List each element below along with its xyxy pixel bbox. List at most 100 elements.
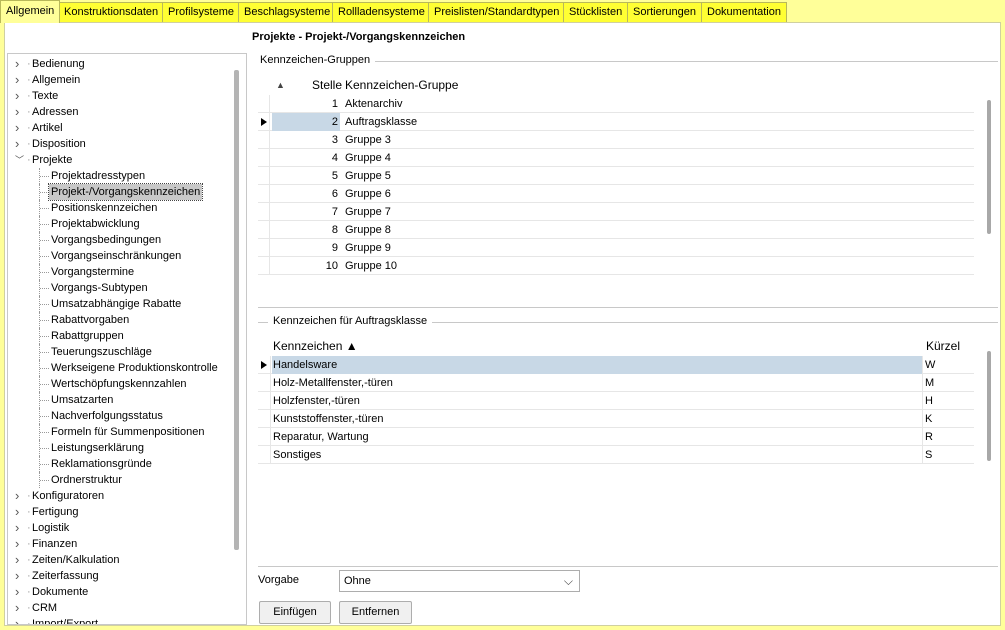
row-indicator[interactable]: [258, 149, 270, 167]
row-indicator[interactable]: [258, 95, 270, 113]
chevron-right-icon[interactable]: ›: [15, 536, 25, 552]
chevron-right-icon[interactable]: ›: [15, 568, 25, 584]
chevron-right-icon[interactable]: ›: [15, 72, 25, 88]
tree-item[interactable]: › · Texte: [8, 88, 228, 104]
row-indicator[interactable]: [258, 131, 270, 149]
codes-table-row[interactable]: Reparatur, Wartung R: [258, 428, 974, 446]
codes-scrollbar[interactable]: [987, 351, 991, 461]
tree-child-item[interactable]: Rabattgruppen: [8, 328, 228, 344]
groups-table-row[interactable]: 4 Gruppe 4: [258, 149, 974, 167]
chevron-right-icon[interactable]: ›: [15, 600, 25, 616]
column-header-kuerzel[interactable]: Kürzel: [926, 337, 960, 355]
groups-table-row[interactable]: 10 Gruppe 10: [258, 257, 974, 275]
tree-child-item[interactable]: Projektabwicklung: [8, 216, 228, 232]
tree-item[interactable]: › · Finanzen: [8, 536, 228, 552]
tree-child-item[interactable]: Vorgangstermine: [8, 264, 228, 280]
row-indicator[interactable]: [258, 203, 270, 221]
tree-child-item[interactable]: Projekt-/Vorgangskennzeichen: [8, 183, 228, 201]
chevron-right-icon[interactable]: ›: [15, 56, 25, 72]
chevron-right-icon[interactable]: ›: [15, 120, 25, 136]
groups-scrollbar[interactable]: [987, 100, 991, 234]
tree-child-item[interactable]: Umsatzarten: [8, 392, 228, 408]
tab-stuecklisten[interactable]: Stücklisten: [563, 2, 629, 22]
tree-item[interactable]: › · Allgemein: [8, 72, 228, 88]
tab-konstruktionsdaten[interactable]: Konstruktionsdaten: [58, 2, 165, 22]
codes-table-row[interactable]: Sonstiges S: [258, 446, 974, 464]
tab-allgemein[interactable]: Allgemein: [0, 0, 61, 23]
groups-table-row[interactable]: 7 Gruppe 7: [258, 203, 974, 221]
tree-item[interactable]: › · Logistik: [8, 520, 228, 536]
row-indicator[interactable]: [258, 410, 271, 428]
tree-item[interactable]: › · Konfiguratoren: [8, 488, 228, 504]
row-indicator[interactable]: [258, 356, 271, 374]
tab-sortierungen[interactable]: Sortierungen: [627, 2, 702, 22]
column-header-stelle[interactable]: Stelle: [312, 76, 342, 94]
chevron-down-icon[interactable]: ﹀: [15, 152, 25, 168]
tree-scrollbar[interactable]: [234, 70, 239, 550]
row-indicator[interactable]: [258, 257, 270, 275]
row-indicator[interactable]: [258, 392, 271, 410]
chevron-right-icon[interactable]: ›: [15, 104, 25, 120]
tree-child-item[interactable]: Vorgangseinschränkungen: [8, 248, 228, 264]
row-indicator[interactable]: [258, 374, 271, 392]
row-indicator[interactable]: [258, 239, 270, 257]
tab-preislisten[interactable]: Preislisten/Standardtypen: [428, 2, 566, 22]
column-header-kennzeichen[interactable]: Kennzeichen ▲: [273, 337, 358, 355]
codes-table-row[interactable]: Holzfenster,-türen H: [258, 392, 974, 410]
tree-child-item[interactable]: Positionskennzeichen: [8, 200, 228, 216]
tree-item[interactable]: ﹀ · Projekte: [8, 152, 228, 168]
sort-asc-icon[interactable]: ▲: [276, 76, 285, 94]
row-indicator[interactable]: [258, 221, 270, 239]
tree-child-item[interactable]: Werkseigene Produktionskontrolle: [8, 360, 228, 376]
tab-dokumentation[interactable]: Dokumentation: [701, 2, 787, 22]
tab-rollladensysteme[interactable]: Rollladensysteme: [332, 2, 431, 22]
tree-child-item[interactable]: Rabattvorgaben: [8, 312, 228, 328]
chevron-right-icon[interactable]: ›: [15, 88, 25, 104]
chevron-right-icon[interactable]: ›: [15, 584, 25, 600]
codes-table-row[interactable]: Kunststoffenster,-türen K: [258, 410, 974, 428]
groups-table-row[interactable]: 9 Gruppe 9: [258, 239, 974, 257]
tree-item[interactable]: › · Zeiten/Kalkulation: [8, 552, 228, 568]
tree-child-item[interactable]: Leistungserklärung: [8, 440, 228, 456]
groups-table-row[interactable]: 3 Gruppe 3: [258, 131, 974, 149]
tree-item[interactable]: › · Artikel: [8, 120, 228, 136]
tree-item[interactable]: › · Bedienung: [8, 56, 228, 72]
tree-item[interactable]: › · Zeiterfassung: [8, 568, 228, 584]
tree-item[interactable]: › · Dokumente: [8, 584, 228, 600]
remove-button[interactable]: Entfernen: [339, 601, 412, 624]
groups-table-row[interactable]: 5 Gruppe 5: [258, 167, 974, 185]
chevron-right-icon[interactable]: ›: [15, 616, 25, 624]
chevron-right-icon[interactable]: ›: [15, 488, 25, 504]
tree-child-item[interactable]: Projektadresstypen: [8, 168, 228, 184]
tab-profilsysteme[interactable]: Profilsysteme: [162, 2, 241, 22]
tree-child-item[interactable]: Nachverfolgungsstatus: [8, 408, 228, 424]
tree-child-item[interactable]: Vorgangsbedingungen: [8, 232, 228, 248]
row-indicator[interactable]: [258, 446, 271, 464]
tree-child-item[interactable]: Ordnerstruktur: [8, 472, 228, 488]
row-indicator[interactable]: [258, 428, 271, 446]
tree-item[interactable]: › · Fertigung: [8, 504, 228, 520]
groups-table-row[interactable]: 6 Gruppe 6: [258, 185, 974, 203]
vorgabe-select[interactable]: Ohne ⌵: [339, 570, 580, 592]
chevron-right-icon[interactable]: ›: [15, 136, 25, 152]
groups-table-row[interactable]: 2 Auftragsklasse: [258, 113, 974, 131]
column-header-kennzeichen-gruppe[interactable]: Kennzeichen-Gruppe: [345, 76, 458, 94]
groups-table-row[interactable]: 1 Aktenarchiv: [258, 95, 974, 113]
tree-item[interactable]: › · Disposition: [8, 136, 228, 152]
chevron-right-icon[interactable]: ›: [15, 504, 25, 520]
insert-button[interactable]: Einfügen: [259, 601, 331, 624]
tree-child-item[interactable]: Teuerungszuschläge: [8, 344, 228, 360]
chevron-right-icon[interactable]: ›: [15, 520, 25, 536]
row-indicator[interactable]: [258, 113, 270, 131]
row-indicator[interactable]: [258, 185, 270, 203]
tree-item[interactable]: › · CRM: [8, 600, 228, 616]
tree-child-item[interactable]: Reklamationsgründe: [8, 456, 228, 472]
tree-child-item[interactable]: Wertschöpfungskennzahlen: [8, 376, 228, 392]
tree-child-item[interactable]: Formeln für Summenpositionen: [8, 424, 228, 440]
tree-item[interactable]: › · Adressen: [8, 104, 228, 120]
row-indicator[interactable]: [258, 167, 270, 185]
codes-table-row[interactable]: Holz-Metallfenster,-türen M: [258, 374, 974, 392]
chevron-right-icon[interactable]: ›: [15, 552, 25, 568]
tree-child-item[interactable]: Vorgangs-Subtypen: [8, 280, 228, 296]
tab-beschlagsysteme[interactable]: Beschlagsysteme: [238, 2, 337, 22]
